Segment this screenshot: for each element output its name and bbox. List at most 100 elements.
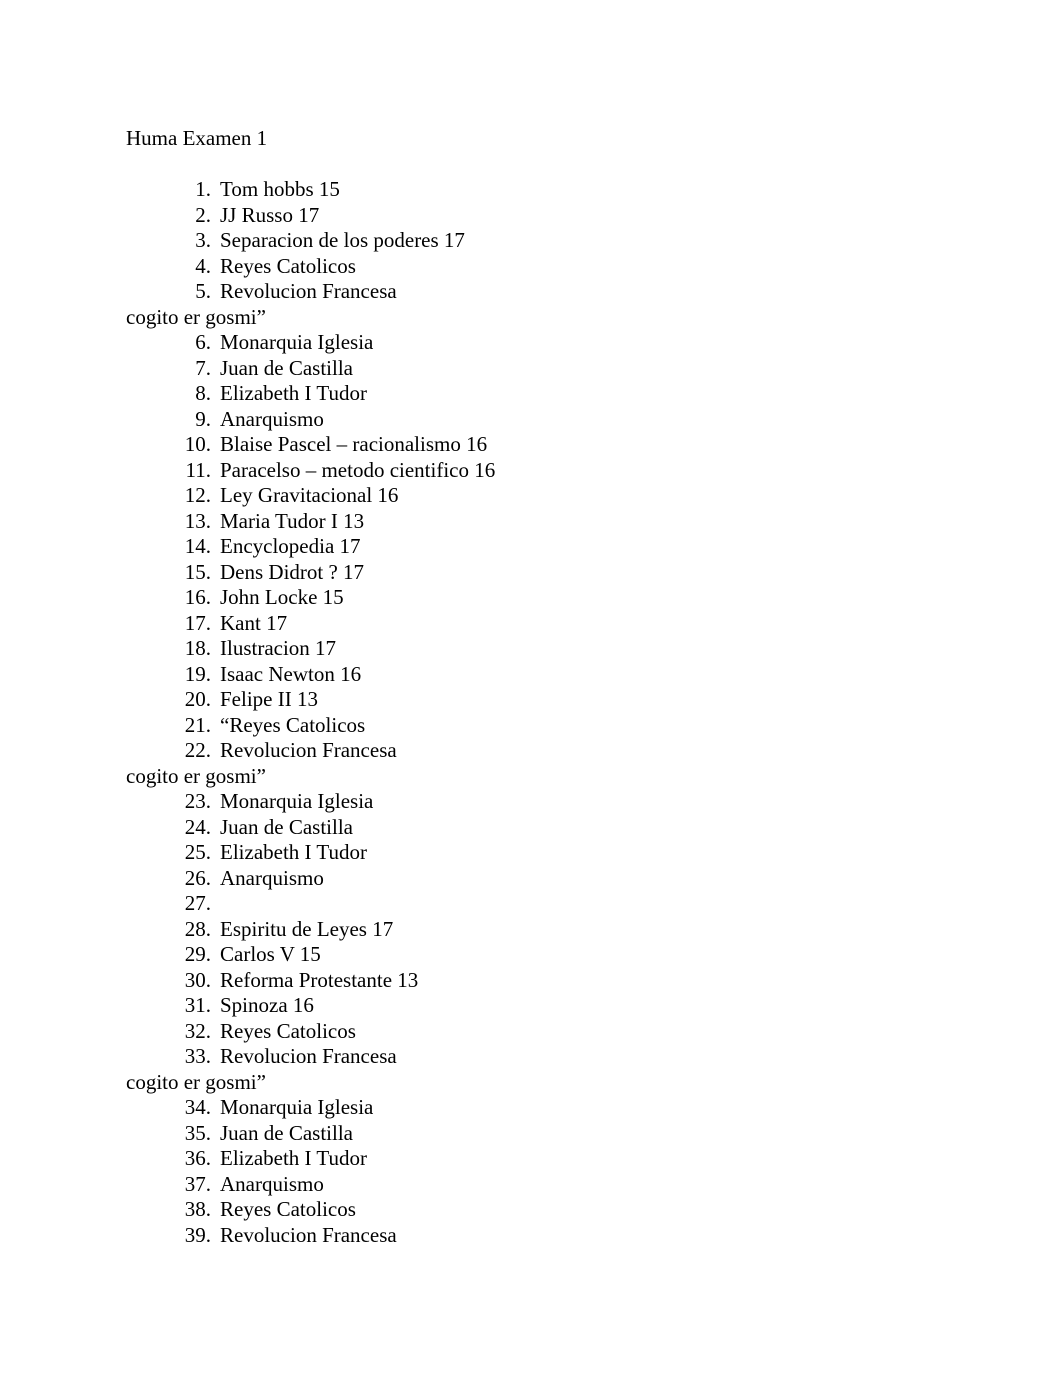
list-item: 37. Anarquismo — [126, 1172, 946, 1198]
list-item: 29. Carlos V 15 — [126, 942, 946, 968]
list-item-number: 1. — [195, 177, 211, 201]
list-item-text: Felipe II 13 — [220, 687, 318, 711]
list-item-text: Encyclopedia 17 — [220, 534, 361, 558]
list-item-text: Anarquismo — [220, 865, 324, 890]
list-item: 2. JJ Russo 17 — [126, 203, 946, 229]
list-item: 13. Maria Tudor I 13 — [126, 509, 946, 535]
document-page: Huma Examen 1 1. Tom hobbs 15 2. JJ Russo 17… — [0, 0, 1062, 1377]
list-item-text: Elizabeth I Tudor — [220, 840, 367, 864]
list-item-text: Kant 17 — [220, 610, 288, 635]
list-item-number: 24. — [184, 814, 211, 839]
list-item-text: Juan de Castilla — [220, 1120, 353, 1145]
list-item: 20. Felipe II 13 — [126, 687, 946, 713]
list-item-text: Isaac Newton 16 — [220, 661, 362, 686]
list-item-text: Ilustracion 17 — [220, 636, 337, 660]
list-item: 17. Kant 17 — [126, 611, 946, 637]
list-item: 34. Monarquia Iglesia — [126, 1095, 946, 1121]
list-item-number: 8. — [195, 381, 211, 405]
numbered-list: 1. Tom hobbs 15 2. JJ Russo 17 3. Separacion … — [126, 177, 946, 305]
list-item-text: Elizabeth I Tudor — [220, 381, 367, 405]
list-item-text: Monarquia Iglesia — [220, 1095, 374, 1119]
page-title: Huma Examen 1 — [126, 126, 268, 150]
list-item-number: 28. — [184, 916, 211, 941]
list-item-text: Revolucion Francesa — [220, 1044, 397, 1068]
list-item-text: Reyes Catolicos — [220, 1018, 356, 1043]
list-item-text: Juan de Castilla — [220, 355, 353, 380]
list-item-number: 17. — [184, 610, 211, 635]
list-item-number: 14. — [184, 534, 211, 558]
numbered-list: 6. Monarquia Iglesia 7. Juan de Castilla 8. E… — [126, 330, 946, 764]
numbered-list: 34. Monarquia Iglesia 35. Juan de Castilla 3… — [126, 1095, 946, 1248]
list-item-number: 20. — [184, 687, 211, 711]
list-item: 38. Reyes Catolicos — [126, 1197, 946, 1223]
list-item-text: Monarquia Iglesia — [220, 330, 374, 354]
list-item-text: Reforma Protestante 13 — [220, 967, 419, 992]
list-item-number: 38. — [184, 1197, 211, 1221]
list-item: 39. Revolucion Francesa — [126, 1223, 946, 1249]
list-item: 15. Dens Didrot ? 17 — [126, 560, 946, 586]
list-item-text: Maria Tudor I 13 — [220, 508, 365, 533]
list-item-text: Blaise Pascel – racionalismo 16 — [220, 432, 488, 456]
list-item: 23. Monarquia Iglesia — [126, 789, 946, 815]
list-item-text: Tom hobbs 15 — [220, 177, 340, 201]
list-item: 32. Reyes Catolicos — [126, 1019, 946, 1045]
list-item: 10. Blaise Pascel – racionalismo 16 — [126, 432, 946, 458]
list-item-number: 7. — [195, 355, 211, 380]
list-item: 25. Elizabeth I Tudor — [126, 840, 946, 866]
list-item-text: Ley Gravitacional 16 — [220, 483, 399, 507]
list-item-number: 5. — [195, 279, 211, 303]
list-item: 9. Anarquismo — [126, 407, 946, 433]
list-item-text: Separacion de los poderes 17 — [220, 228, 465, 252]
list-item-text: Reyes Catolicos — [220, 253, 356, 278]
list-item-number: 12. — [184, 483, 211, 507]
list-item-number: 22. — [184, 738, 211, 762]
list-item: 26. Anarquismo — [126, 866, 946, 892]
list-item-number: 34. — [184, 1095, 211, 1119]
list-item-number: 35. — [184, 1120, 211, 1145]
list-item: 16. John Locke 15 — [126, 585, 946, 611]
list-item: 24. Juan de Castilla — [126, 815, 946, 841]
list-item: 19. Isaac Newton 16 — [126, 662, 946, 688]
list-item-number: 2. — [195, 202, 211, 227]
unnumbered-line: cogito er gosmi” — [126, 763, 266, 788]
list-item: 33. Revolucion Francesa — [126, 1044, 946, 1070]
list-item: 22. Revolucion Francesa — [126, 738, 946, 764]
list-item-number: 16. — [184, 585, 211, 609]
list-item-text: Juan de Castilla — [220, 814, 353, 839]
list-item-number: 37. — [184, 1171, 211, 1196]
list-item-number: 25. — [184, 840, 211, 864]
list-item-text: Elizabeth I Tudor — [220, 1146, 367, 1170]
list-item-number: 39. — [184, 1222, 211, 1247]
list-item-number: 15. — [184, 559, 211, 584]
list-item: 14. Encyclopedia 17 — [126, 534, 946, 560]
list-item: 35. Juan de Castilla — [126, 1121, 946, 1147]
numbered-list: 23. Monarquia Iglesia 24. Juan de Castilla 2… — [126, 789, 946, 1070]
list-item-number: 27. — [184, 891, 211, 915]
list-item-text: Reyes Catolicos — [220, 1197, 356, 1221]
list-item-number: 3. — [195, 228, 211, 252]
list-item-number: 33. — [184, 1044, 211, 1068]
list-item-number: 29. — [184, 942, 211, 966]
document-body: Huma Examen 1 1. Tom hobbs 15 2. JJ Russo 17… — [126, 126, 946, 1248]
list-item: 7. Juan de Castilla — [126, 356, 946, 382]
list-item-text: Dens Didrot ? 17 — [220, 559, 365, 584]
list-item: 18. Ilustracion 17 — [126, 636, 946, 662]
list-item-number: 11. — [185, 457, 211, 482]
list-item: 27. — [126, 891, 946, 917]
list-item-number: 30. — [184, 967, 211, 992]
list-item: 6. Monarquia Iglesia — [126, 330, 946, 356]
list-item: 30. Reforma Protestante 13 — [126, 968, 946, 994]
list-item-number: 4. — [195, 253, 211, 278]
list-item-number: 19. — [184, 661, 211, 686]
list-item-text: “Reyes Catolicos — [220, 712, 366, 737]
list-item-number: 6. — [195, 330, 211, 354]
list-item-number: 31. — [184, 993, 211, 1017]
list-item-text: Monarquia Iglesia — [220, 789, 374, 813]
list-item-text: John Locke 15 — [220, 585, 344, 609]
list-item-text: Revolucion Francesa — [220, 738, 397, 762]
list-item-text: Paracelso – metodo cientifico 16 — [220, 457, 496, 482]
list-item: 4. Reyes Catolicos — [126, 254, 946, 280]
list-item: 8. Elizabeth I Tudor — [126, 381, 946, 407]
list-item-number: 9. — [195, 406, 211, 431]
list-item-text: Anarquismo — [220, 406, 324, 431]
